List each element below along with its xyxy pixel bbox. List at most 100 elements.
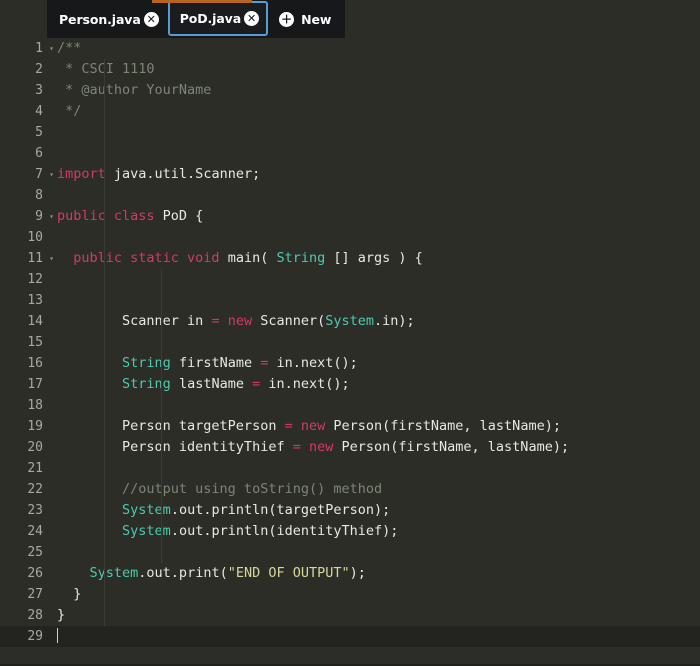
- token-pln: java.util.Scanner;: [105, 166, 261, 182]
- token-pln: [57, 376, 122, 392]
- new-tab-button[interactable]: ＋ New: [268, 0, 346, 38]
- token-pln: );: [349, 565, 366, 581]
- code-line[interactable]: 22 //output using toString() method: [0, 479, 700, 500]
- line-number: 6: [35, 146, 43, 161]
- code-text: String firstName = in.next();: [47, 353, 700, 374]
- line-number: 14: [27, 314, 43, 329]
- token-pln: in.next();: [268, 355, 358, 371]
- code-text: }: [47, 605, 700, 626]
- code-editor-window: Person.java ✕ PoD.java ✕ ＋ New 1 ▾/** 2 * …: [0, 0, 700, 666]
- code-line[interactable]: 6: [0, 143, 700, 164]
- new-tab-label: New: [301, 11, 332, 27]
- code-text: */: [47, 101, 700, 122]
- close-icon[interactable]: ✕: [244, 11, 260, 26]
- token-cmt: */: [57, 103, 82, 119]
- token-pln: [57, 250, 73, 266]
- tab-label: PoD.java: [179, 11, 242, 26]
- code-line[interactable]: 10: [0, 227, 700, 248]
- code-line[interactable]: 25: [0, 542, 700, 563]
- token-kw: public static void: [73, 250, 220, 266]
- token-typ: String: [122, 355, 171, 371]
- line-number: 20: [27, 440, 43, 455]
- line-number: 26: [27, 566, 43, 581]
- code-line[interactable]: 24 System.out.println(identityThief);: [0, 521, 700, 542]
- code-line[interactable]: 2 * CSCI 1110: [0, 59, 700, 80]
- code-line[interactable]: 27 }: [0, 584, 700, 605]
- token-pln: [] args ) {: [325, 250, 423, 266]
- code-line[interactable]: 18: [0, 395, 700, 416]
- code-line[interactable]: 8: [0, 185, 700, 206]
- code-text: }: [47, 584, 700, 605]
- token-pln: .out.println(identityThief);: [170, 523, 399, 539]
- code-line[interactable]: 16 String firstName = in.next();: [0, 353, 700, 374]
- code-line[interactable]: 3 * @author YourName: [0, 80, 700, 101]
- code-line[interactable]: 4 */: [0, 101, 700, 122]
- token-pln: [57, 523, 122, 539]
- line-number: 4: [35, 104, 43, 119]
- token-typ: System: [122, 523, 171, 539]
- line-number: 17: [27, 377, 43, 392]
- code-line[interactable]: 28}: [0, 605, 700, 626]
- token-pln: [301, 439, 309, 455]
- code-line[interactable]: 12: [0, 269, 700, 290]
- code-line[interactable]: 9 ▾ public class PoD {: [0, 206, 700, 227]
- token-pln: }: [57, 607, 66, 623]
- token-kw: new: [308, 439, 334, 455]
- line-number: 9 ▾: [0, 206, 54, 227]
- tab-person-java[interactable]: Person.java ✕: [47, 0, 168, 38]
- line-number: 5: [35, 125, 43, 140]
- token-typ: String: [122, 376, 171, 392]
- code-text: * @author YourName: [47, 80, 700, 101]
- code-line[interactable]: 13: [0, 290, 700, 311]
- token-cmt: * CSCI 1110: [57, 61, 155, 77]
- line-number: 13: [27, 293, 43, 308]
- token-pln: }: [57, 586, 82, 602]
- tab-pod-java[interactable]: PoD.java ✕: [167, 1, 269, 36]
- code-text: Scanner in = new Scanner(System.in);: [47, 311, 700, 332]
- code-line[interactable]: 7 ▾ import java.util.Scanner;: [0, 164, 700, 185]
- code-line[interactable]: 20 Person identityThief = new Person(fir…: [0, 437, 700, 458]
- code-line[interactable]: 26 System.out.print("END OF OUTPUT");: [0, 563, 700, 584]
- token-op: =: [211, 313, 220, 329]
- editor-pane[interactable]: 1 ▾/** 2 * CSCI 1110 3 * @author YourName 4 …: [0, 38, 700, 666]
- token-kw: public class: [57, 208, 155, 224]
- token-pln: in.next();: [260, 376, 350, 392]
- token-typ: System: [89, 565, 139, 581]
- token-pln: [57, 565, 90, 581]
- token-pln: Person targetPerson: [57, 418, 285, 434]
- code-line[interactable]: 15: [0, 332, 700, 353]
- token-pln: Person identityThief: [57, 439, 293, 455]
- token-pln: [57, 502, 122, 518]
- line-number: 15: [27, 335, 43, 350]
- line-number: 2: [35, 62, 43, 77]
- code-text: String lastName = in.next();: [47, 374, 700, 395]
- token-cmt: * @author YourName: [57, 82, 212, 98]
- token-pln: Person(firstName, lastName);: [325, 418, 561, 434]
- code-line[interactable]: 21: [0, 458, 700, 479]
- tab-group: Person.java ✕ PoD.java ✕ ＋ New: [47, 0, 346, 38]
- plus-icon: ＋: [279, 11, 295, 27]
- token-typ: System: [122, 502, 171, 518]
- code-line[interactable]: 11 ▾ public static void main( String [] a…: [0, 248, 700, 269]
- token-pln: .in);: [374, 313, 415, 329]
- code-line[interactable]: 1 ▾/**: [0, 38, 700, 59]
- code-line[interactable]: 5: [0, 122, 700, 143]
- token-pln: .out.print(: [138, 565, 228, 581]
- line-number: 18: [27, 398, 43, 413]
- code-line[interactable]: 29: [0, 626, 700, 647]
- code-line[interactable]: 19 Person targetPerson = new Person(firs…: [0, 416, 700, 437]
- close-icon[interactable]: ✕: [143, 11, 159, 27]
- code-text: public class PoD {: [47, 206, 700, 227]
- text-cursor: [57, 627, 58, 643]
- code-text: Person identityThief = new Person(firstN…: [47, 437, 700, 458]
- code-text: /**: [47, 38, 700, 59]
- code-line[interactable]: 23 System.out.println(targetPerson);: [0, 500, 700, 521]
- code-line[interactable]: 17 String lastName = in.next();: [0, 374, 700, 395]
- code-text: System.out.println(targetPerson);: [47, 500, 700, 521]
- code-text: * CSCI 1110: [47, 59, 700, 80]
- token-pln: Scanner(: [252, 313, 326, 329]
- code-line[interactable]: 14 Scanner in = new Scanner(System.in);: [0, 311, 700, 332]
- code-text: import java.util.Scanner;: [47, 164, 700, 185]
- line-number: 10: [27, 230, 43, 245]
- tab-label: Person.java: [59, 11, 141, 27]
